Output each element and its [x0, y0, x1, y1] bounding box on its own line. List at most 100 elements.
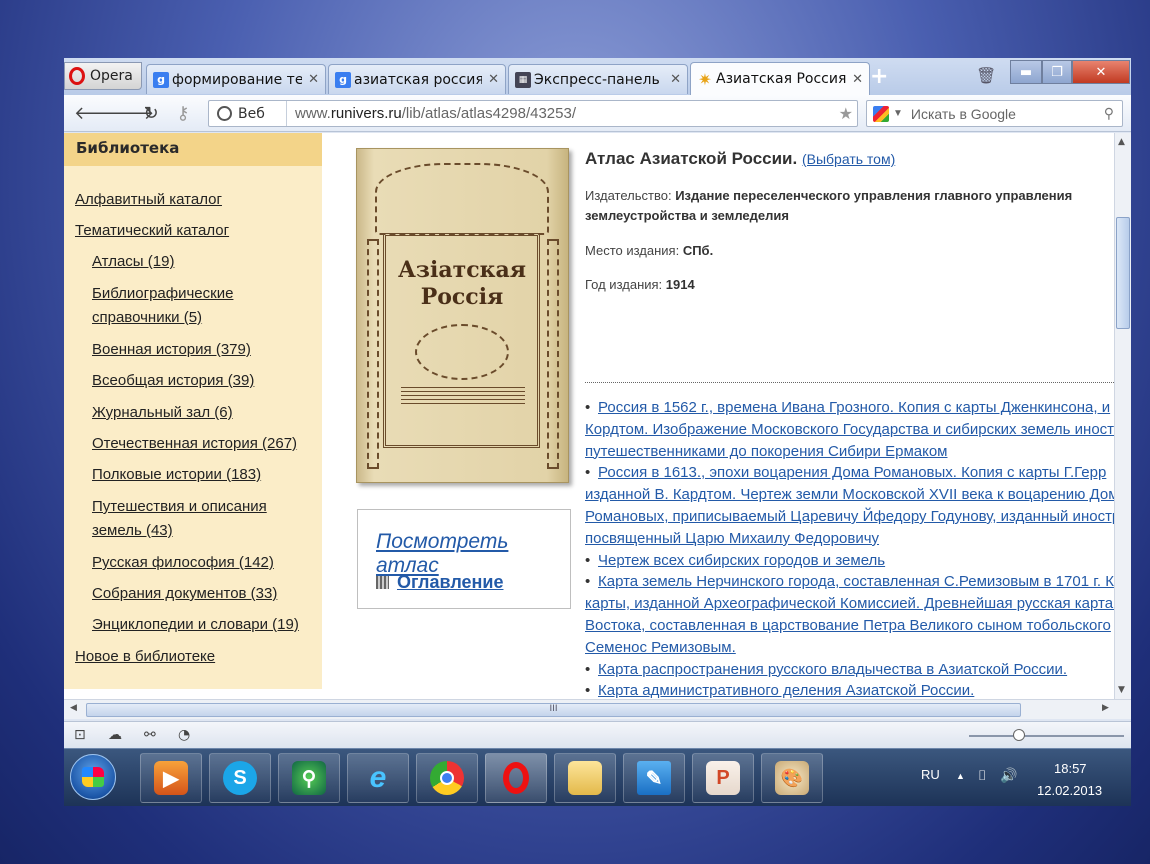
- scroll-down-icon[interactable]: ▼: [1118, 685, 1125, 695]
- trash-icon[interactable]: 🗑: [976, 66, 996, 85]
- map-list-item[interactable]: • Россия в 1562 г., времена Ивана Грозног…: [585, 397, 1114, 419]
- horizontal-scrollbar[interactable]: ◀ III ▶: [64, 699, 1131, 719]
- scroll-thumb[interactable]: [1116, 217, 1130, 329]
- map-link[interactable]: Чертеж всех сибирских городов и земель: [598, 552, 885, 569]
- close-window-icon[interactable]: ✕: [1072, 60, 1130, 84]
- map-list-item[interactable]: • Карта земель Нерчинского города, состав…: [585, 571, 1114, 593]
- minimize-icon[interactable]: ▬: [1010, 60, 1042, 84]
- search-field[interactable]: ▼ Искать в Google ⚲: [866, 100, 1123, 127]
- map-list-item[interactable]: • Карта распространения русского владычес…: [585, 659, 1114, 681]
- map-list-item[interactable]: • Россия в 1613., эпохи воцарения Дома Ро…: [585, 462, 1114, 484]
- sidebar-item-national-history[interactable]: Отечественная история (267): [92, 432, 297, 456]
- close-tab-icon[interactable]: ✕: [488, 72, 499, 87]
- chevron-down-icon[interactable]: ▼: [893, 108, 903, 119]
- sidebar-item-bibliographic-2[interactable]: справочники (5): [92, 306, 202, 330]
- atlas-cover-image[interactable]: Азiатская Россiя: [356, 148, 569, 483]
- search-icon[interactable]: ⚲: [1104, 105, 1114, 122]
- map-link[interactable]: Карта распространения русского владычест…: [598, 661, 1067, 678]
- share-icon[interactable]: ⚯: [144, 727, 156, 743]
- map-list-item[interactable]: • Чертеж всех сибирских городов и земель: [585, 550, 1114, 572]
- sidebar-item-travels[interactable]: Путешествия и описания: [92, 495, 267, 519]
- clock-time[interactable]: 18:57: [1054, 761, 1087, 776]
- taskbar-opera[interactable]: [485, 753, 547, 803]
- map-list-item[interactable]: изданной В. Кардтом. Чертеж земли Москов…: [585, 484, 1114, 506]
- speedometer-icon[interactable]: ◔: [178, 727, 190, 743]
- map-list-item[interactable]: Семенос Ремизовым.: [585, 637, 1114, 659]
- sidebar-item-travels-2[interactable]: земель (43): [92, 519, 173, 543]
- zoom-slider[interactable]: [969, 729, 1124, 741]
- map-link[interactable]: Карта административного деления Азиатско…: [598, 682, 974, 699]
- taskbar-internet-explorer[interactable]: e: [347, 753, 409, 803]
- tab-active[interactable]: ✷ Азиатская Россия ✕: [690, 62, 870, 95]
- clock-date[interactable]: 12.02.2013: [1037, 783, 1102, 798]
- sidebar-item-documents[interactable]: Собрания документов (33): [92, 582, 277, 606]
- reload-icon[interactable]: ↻: [140, 103, 162, 124]
- sidebar-item-thematic[interactable]: Тематический каталог: [75, 219, 229, 243]
- map-list-item[interactable]: Востока, составленная в царствование Пет…: [585, 615, 1114, 637]
- map-link[interactable]: Карта земель Нерчинского города, составл…: [598, 573, 1114, 590]
- taskbar-paint[interactable]: 🎨: [761, 753, 823, 803]
- sidebar-item-philosophy[interactable]: Русская философия (142): [92, 551, 274, 575]
- toc-link[interactable]: Оглавление: [376, 572, 503, 593]
- map-list-item[interactable]: путешественниками до покорения Сибири Ер…: [585, 441, 1114, 463]
- back-arrow-icon[interactable]: 🡐: [74, 103, 122, 124]
- close-tab-icon[interactable]: ✕: [670, 72, 681, 87]
- map-list-item[interactable]: посвященный Царю Михаилу Федоровичу: [585, 528, 1114, 550]
- scroll-up-icon[interactable]: ▲: [1118, 137, 1125, 147]
- sidebar-item-bibliographic[interactable]: Библиографические: [92, 282, 233, 306]
- close-tab-icon[interactable]: ✕: [852, 72, 863, 87]
- horizontal-scroll-thumb[interactable]: III: [86, 703, 1021, 717]
- map-link[interactable]: карты, изданной Археографической Комисси…: [585, 595, 1114, 612]
- start-button[interactable]: [70, 754, 116, 800]
- map-link[interactable]: Россия в 1613., эпохи воцарения Дома Ром…: [598, 464, 1106, 481]
- tab-3[interactable]: ▦ Экспресс-панель ✕: [508, 64, 688, 94]
- map-link[interactable]: изданной В. Кардтом. Чертеж земли Москов…: [585, 486, 1114, 503]
- taskbar-notes[interactable]: ✎: [623, 753, 685, 803]
- map-link[interactable]: Кордтом. Изображение Московского Государ…: [585, 421, 1114, 438]
- tray-expand-icon[interactable]: ▲: [956, 771, 965, 781]
- sidebar-item-new[interactable]: Новое в библиотеке: [75, 645, 215, 669]
- sidebar-item-regiment-histories[interactable]: Полковые истории (183): [92, 463, 261, 487]
- zoom-slider-knob[interactable]: [1013, 729, 1025, 741]
- taskbar-skype[interactable]: S: [209, 753, 271, 803]
- sidebar-item-world-history[interactable]: Всеобщая история (39): [92, 369, 254, 393]
- scroll-right-icon[interactable]: ▶: [1102, 703, 1109, 713]
- address-bar[interactable]: Веб www.runivers.ru/lib/atlas/atlas4298/…: [208, 100, 858, 127]
- map-link[interactable]: Востока, составленная в царствование Пет…: [585, 617, 1111, 634]
- map-link[interactable]: Романовых, приписываемый Царевичу Йфедор…: [585, 508, 1114, 525]
- sidebar-item-military-history[interactable]: Военная история (379): [92, 338, 251, 362]
- taskbar-media-player[interactable]: ▶: [140, 753, 202, 803]
- panel-toggle-icon[interactable]: ⊡: [74, 727, 86, 743]
- map-link[interactable]: Семенос Ремизовым.: [585, 639, 736, 656]
- scroll-left-icon[interactable]: ◀: [70, 703, 77, 713]
- taskbar-search-globe[interactable]: ⚲: [278, 753, 340, 803]
- volume-icon[interactable]: 🔊: [1000, 767, 1017, 784]
- tab-1[interactable]: g формирование тер… ✕: [146, 64, 326, 94]
- map-link[interactable]: путешественниками до покорения Сибири Ер…: [585, 443, 948, 460]
- vertical-scrollbar[interactable]: ▲ ▼: [1114, 133, 1131, 699]
- bookmark-star-icon[interactable]: ★: [839, 104, 853, 123]
- new-tab-icon[interactable]: +: [870, 64, 888, 89]
- cloud-icon[interactable]: ☁: [108, 727, 122, 743]
- map-list-item[interactable]: Кордтом. Изображение Московского Государ…: [585, 419, 1114, 441]
- tab-2[interactable]: g азиатская россия - … ✕: [328, 64, 506, 94]
- forward-arrow-icon[interactable]: 🡒: [106, 103, 154, 124]
- sidebar-item-atlases[interactable]: Атласы (19): [92, 250, 174, 274]
- taskbar-chrome[interactable]: [416, 753, 478, 803]
- taskbar-powerpoint[interactable]: P: [692, 753, 754, 803]
- map-list-item[interactable]: карты, изданной Археографической Комисси…: [585, 593, 1114, 615]
- web-security-badge[interactable]: Веб: [209, 101, 287, 126]
- select-volume-link[interactable]: (Выбрать том): [802, 151, 895, 167]
- taskbar-file-explorer[interactable]: [554, 753, 616, 803]
- language-indicator[interactable]: RU: [921, 767, 940, 782]
- url-text[interactable]: www.runivers.ru/lib/atlas/atlas4298/4325…: [287, 105, 576, 122]
- network-icon[interactable]: ⌷: [978, 767, 986, 784]
- map-link[interactable]: Россия в 1562 г., времена Ивана Грозного…: [598, 399, 1110, 416]
- google-icon[interactable]: [873, 105, 889, 122]
- sidebar-item-encyclopedias[interactable]: Энциклопедии и словари (19): [92, 613, 299, 637]
- map-list-item[interactable]: • Карта административного деления Азиатск…: [585, 680, 1114, 699]
- view-atlas-link[interactable]: Посмотреть атлас: [376, 530, 570, 578]
- close-tab-icon[interactable]: ✕: [308, 72, 319, 87]
- key-icon[interactable]: ⚷: [172, 103, 194, 124]
- opera-menu-button[interactable]: Opera: [64, 62, 142, 90]
